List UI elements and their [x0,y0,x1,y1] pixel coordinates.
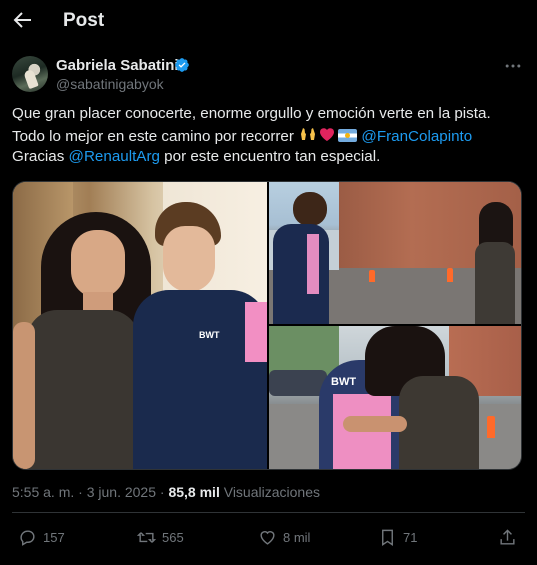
back-arrow-icon[interactable] [10,8,34,32]
post-line-1: Que gran placer conocerte, enorme orgull… [12,105,491,122]
author-handle[interactable]: @sabatinigabyok [56,76,164,92]
bookmark-count: 71 [403,529,418,545]
like-button[interactable]: 8 mil [258,526,310,548]
photo-pink-stripe [245,302,267,362]
photo-man-face [163,226,215,292]
photo-arm [13,322,35,469]
post-line-3: Gracias @RenaultArg por este encuentro t… [12,147,527,168]
share-button[interactable] [498,526,523,548]
heart-icon [260,530,275,545]
photo-selfie[interactable]: BWT [13,182,267,469]
share-icon [500,528,515,545]
raising-hands-icon [301,127,316,140]
views-count: 85,8 mil [168,484,220,500]
post-line-2: Todo lo mejor en este camino por recorre… [12,125,527,148]
post-time[interactable]: 5:55 a. m. [12,484,74,500]
photo-arm [343,416,407,432]
photo-cone [487,416,495,438]
reply-icon [20,529,35,546]
views-label: Visualizaciones [223,484,320,500]
repost-button[interactable]: 565 [137,526,184,548]
post-line-3-prefix: Gracias [12,148,69,165]
photo-woman-top [27,310,139,469]
photo-car [269,370,327,396]
photo-woman-body [399,376,479,469]
photo-bwt-logo: BWT [199,330,220,340]
photo-walking-meeting[interactable] [269,182,521,324]
top-bar: Post [0,0,537,42]
post-meta: 5:55 a. m. · 3 jun. 2025 · 85,8 mil Visu… [12,484,320,500]
post-line-3-suffix: por este encuentro tan especial. [159,148,381,165]
photo-man-stripe [307,234,319,294]
reply-button[interactable]: 157 [18,526,65,548]
avatar[interactable] [12,56,48,92]
photo-hug[interactable]: BWT [269,326,521,469]
more-options-icon[interactable] [503,56,523,76]
photo-man-body [273,224,329,324]
verified-badge-icon [175,58,189,72]
photo-face [71,230,125,298]
photo-woman-body [475,242,515,324]
photo-cone [447,268,453,282]
photo-man-head [293,192,327,226]
media-grid: BWT BWT [12,181,522,470]
argentina-flag-icon [338,128,358,142]
mention-fran-colapinto[interactable]: @FranColapinto [361,128,472,145]
like-count: 8 mil [283,529,311,545]
post-text: Que gran placer conocerte, enorme orgull… [12,104,527,168]
red-heart-icon [320,127,335,141]
mention-renault-arg[interactable]: @RenaultArg [69,148,160,165]
repost-icon [137,531,156,543]
divider [12,512,525,513]
action-bar: 157 565 8 mil 71 [0,522,537,552]
post-line-2-text: Todo lo mejor en este camino por recorre… [12,127,299,145]
page-title: Post [63,10,105,31]
repost-count: 565 [162,529,184,545]
post-date[interactable]: 3 jun. 2025 [87,484,156,500]
bookmark-icon [382,529,393,546]
reply-count: 157 [43,529,65,545]
bookmark-button[interactable]: 71 [378,526,417,548]
photo-cone [369,270,375,282]
author-name[interactable]: Gabriela Sabatini [56,57,179,74]
